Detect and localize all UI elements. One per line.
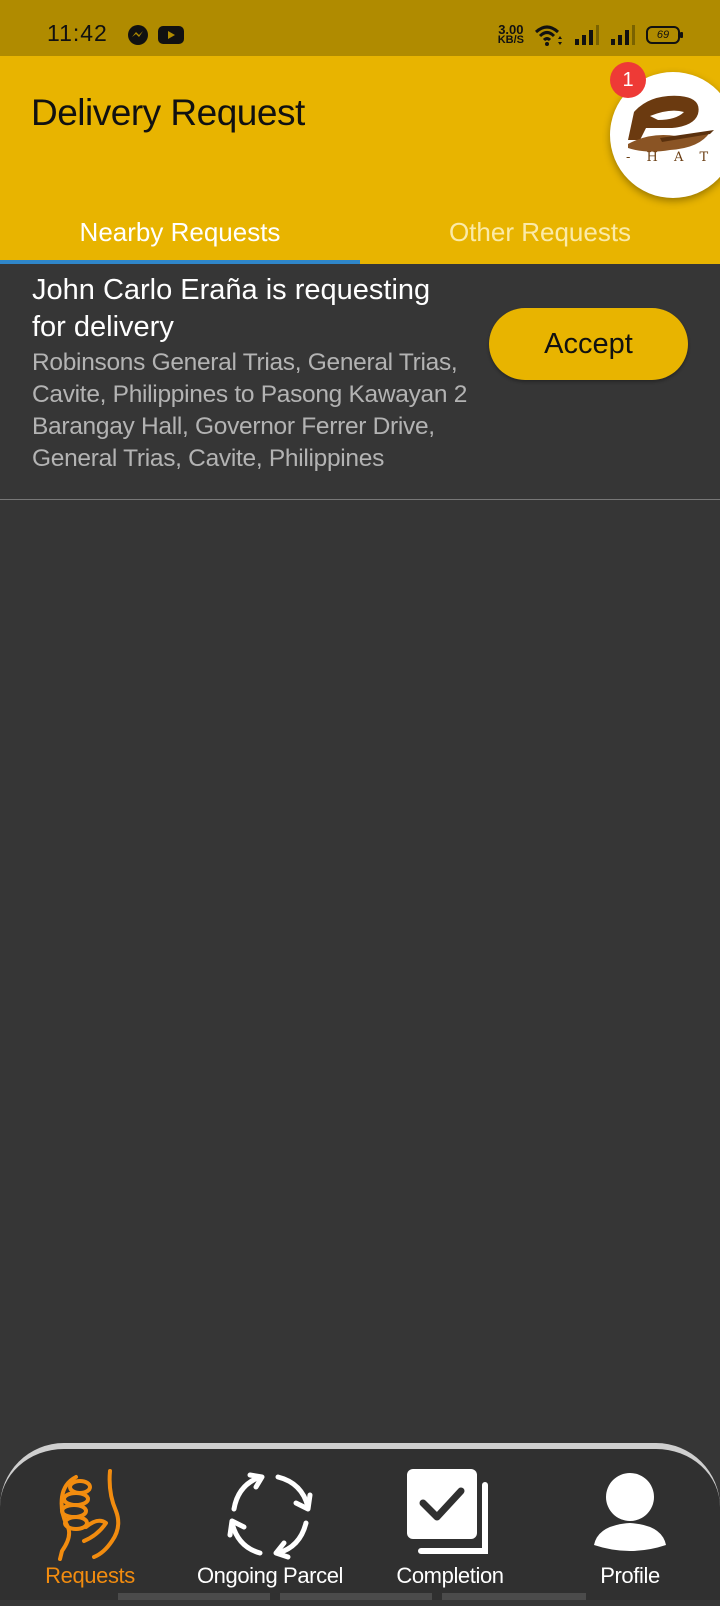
- logo-text: - H A T I D: [626, 150, 720, 165]
- nav-label: Profile: [600, 1563, 660, 1588]
- request-title: John Carlo Eraña is requesting for deliv…: [32, 274, 431, 343]
- bottom-nav: Requests Ongoing Parcel Completion Profi…: [0, 1443, 720, 1600]
- messenger-icon: [128, 25, 148, 45]
- accept-button[interactable]: Accept: [489, 308, 688, 380]
- status-time: 11:42: [47, 20, 108, 46]
- status-bar: 11:42 3.00 KB/S 69: [0, 0, 720, 56]
- user-icon: [594, 1473, 666, 1551]
- signal-icon: [611, 25, 635, 45]
- gesture-hint: [280, 1593, 432, 1600]
- tab-other-requests[interactable]: Other Requests: [360, 208, 720, 264]
- notification-logo-button[interactable]: - H A T I D 1: [610, 62, 720, 198]
- nav-item-profile[interactable]: Profile: [570, 1449, 690, 1606]
- tab-nearby-requests[interactable]: Nearby Requests: [0, 208, 360, 264]
- battery-icon: 69: [646, 26, 683, 44]
- nav-label: Requests: [45, 1563, 135, 1588]
- nav-item-requests[interactable]: Requests: [22, 1449, 158, 1606]
- nav-item-completion[interactable]: Completion: [380, 1449, 520, 1606]
- gesture-hint: [442, 1593, 586, 1600]
- refresh-arrows-icon: [227, 1472, 313, 1560]
- page-title: Delivery Request: [31, 92, 305, 133]
- gesture-hint: [118, 1593, 270, 1600]
- nav-item-ongoing-parcel[interactable]: Ongoing Parcel: [188, 1449, 352, 1606]
- app-bar: Delivery Request - H A T I D 1 Nearby Re…: [0, 56, 720, 264]
- notification-badge: 1: [610, 62, 646, 98]
- status-indicators: 3.00 KB/S 69: [497, 20, 683, 50]
- handshake-icon: [58, 1469, 121, 1561]
- checkbox-icon: [407, 1469, 488, 1554]
- signal-icon: [575, 25, 599, 45]
- list-item[interactable]: John Carlo Eraña is requesting for deliv…: [0, 264, 720, 500]
- tab-label: Other Requests: [448, 217, 632, 247]
- youtube-icon: [158, 26, 184, 44]
- network-speed: 3.00 KB/S: [497, 22, 524, 46]
- nav-label: Completion: [396, 1563, 504, 1588]
- tab-bar: Nearby Requests Other Requests: [0, 208, 720, 264]
- tab-label: Nearby Requests: [79, 217, 281, 247]
- nav-label: Ongoing Parcel: [196, 1563, 344, 1588]
- request-address: Robinsons General Trias, General Trias, …: [32, 349, 468, 472]
- wifi-icon: [534, 25, 562, 46]
